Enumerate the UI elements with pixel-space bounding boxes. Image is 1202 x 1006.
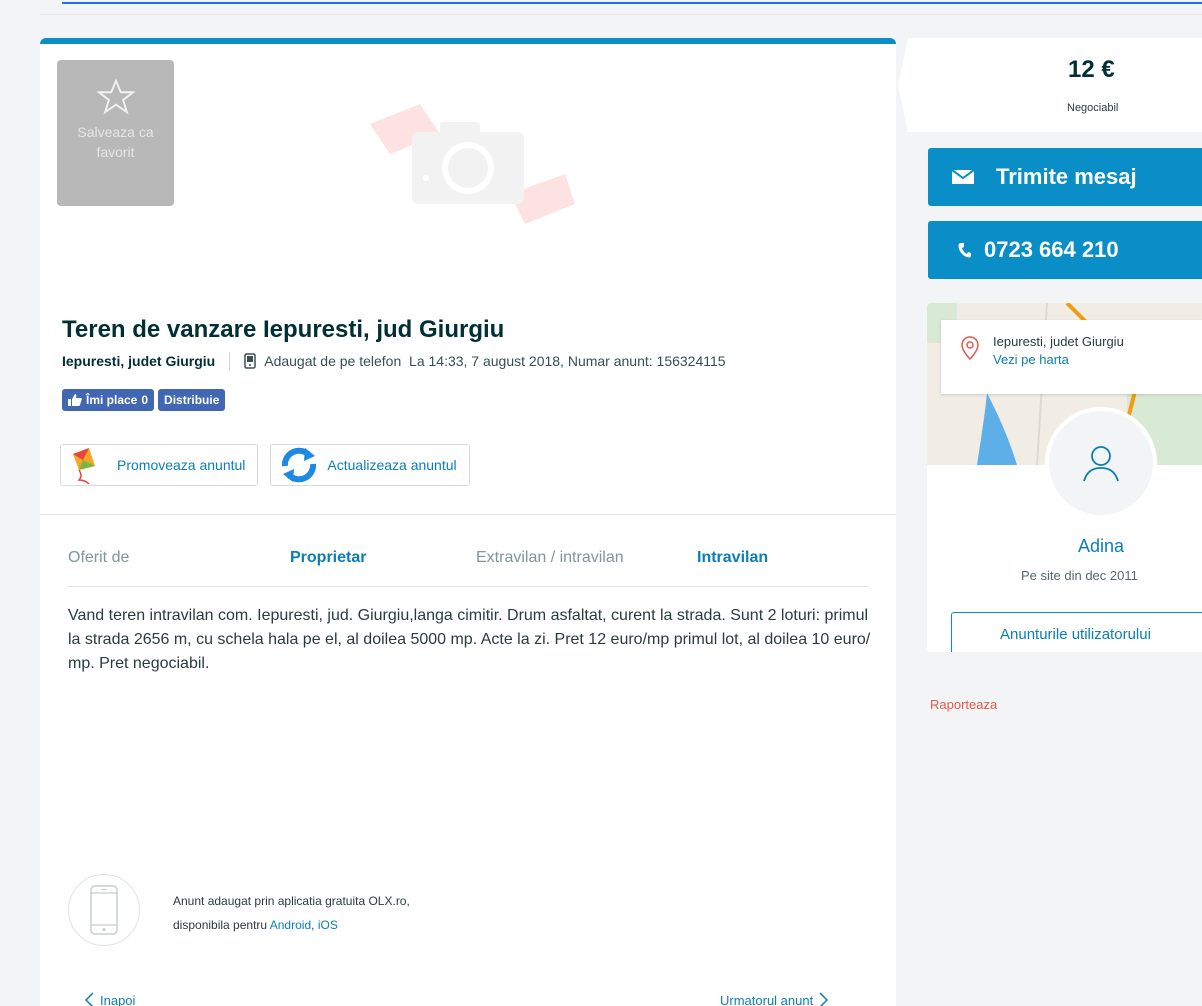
ad-specs: Oferit de Proprietar Extravilan / intrav… xyxy=(68,549,868,587)
facebook-buttons: Îmi place 0 Distribuie xyxy=(62,389,226,411)
android-link[interactable]: Android xyxy=(270,918,311,932)
save-favorite-label: Salveaza ca favorit xyxy=(77,124,154,160)
refresh-icon xyxy=(282,447,317,483)
spec-value-land-type[interactable]: Intravilan xyxy=(697,549,768,567)
promote-ad-button[interactable]: Promoveaza anuntul xyxy=(60,444,259,486)
mobile-phone-icon xyxy=(244,353,256,369)
seller-location: Iepuresti, judet Giurgiu xyxy=(993,334,1124,349)
next-ad-link[interactable]: Urmatorul anunt xyxy=(720,992,829,1006)
facebook-share-label: Distribuie xyxy=(164,393,220,407)
phone-number: 0723 664 210 xyxy=(984,237,1119,262)
seller-ads-button[interactable]: Anunturile utilizatorului xyxy=(951,612,1202,652)
envelope-icon xyxy=(952,170,974,184)
thumbs-up-icon xyxy=(68,394,82,406)
smartphone-icon xyxy=(90,885,118,935)
ad-main-card: Salveaza ca favorit Teren de vanzare Iep… xyxy=(40,38,896,1006)
top-divider xyxy=(40,14,1202,15)
meta-divider xyxy=(229,352,231,370)
spec-label-offered-by: Oferit de xyxy=(68,549,130,566)
seller-ads-label: Anunturile utilizatorului xyxy=(1000,625,1151,643)
price-negotiable: Negociabil xyxy=(1067,102,1119,114)
camera-placeholder-icon xyxy=(370,104,575,224)
top-link-underline xyxy=(62,0,1202,4)
seller-avatar xyxy=(1045,407,1157,519)
app-promo-prefix: disponibila pentru xyxy=(173,918,268,932)
location-pin-icon xyxy=(961,336,979,360)
app-promo-badge xyxy=(68,874,140,946)
user-icon xyxy=(1083,446,1119,482)
phone-icon xyxy=(958,243,971,258)
ios-link[interactable]: iOS xyxy=(318,918,338,932)
report-ad-link[interactable]: Raporteaza xyxy=(930,697,997,712)
kite-icon xyxy=(73,448,95,484)
app-promo-line2: disponibila pentru Android, iOS xyxy=(173,913,410,937)
chevron-left-icon xyxy=(84,992,94,1006)
app-promo-line1: Anunt adaugat prin aplicatia gratuita OL… xyxy=(173,894,410,908)
ad-meta: Iepuresti, judet Giurgiu Adaugat de pe t… xyxy=(62,352,726,370)
ad-date-and-id: La 14:33, 7 august 2018, Numar anunt: 15… xyxy=(409,353,726,369)
location-box: Iepuresti, judet Giurgiu Vezi pe harta xyxy=(941,320,1202,394)
ad-actions: Promoveaza anuntul Actualizeaza anuntul xyxy=(60,444,470,486)
price-amount: 12 € xyxy=(1068,56,1115,83)
price-card-background xyxy=(898,38,1202,132)
refresh-ad-label: Actualizeaza anuntul xyxy=(327,457,457,473)
refresh-ad-button[interactable]: Actualizeaza anuntul xyxy=(270,444,470,486)
send-message-label: Trimite mesaj xyxy=(996,164,1137,189)
ad-location: Iepuresti, judet Giurgiu xyxy=(62,353,216,369)
added-from-label: Adaugat de pe telefon xyxy=(264,353,402,369)
star-icon xyxy=(96,78,135,115)
facebook-like-count: 0 xyxy=(141,393,149,407)
promote-ad-label: Promoveaza anuntul xyxy=(117,457,246,473)
photo-area: Salveaza ca favorit xyxy=(40,44,896,279)
spec-value-offered-by[interactable]: Proprietar xyxy=(290,549,476,567)
save-favorite-button[interactable]: Salveaza ca favorit xyxy=(57,60,174,206)
facebook-like-button[interactable]: Îmi place 0 xyxy=(62,389,155,411)
previous-ad-link[interactable]: Inapoi xyxy=(84,992,135,1006)
ad-title: Teren de vanzare Iepuresti, jud Giurgiu xyxy=(62,316,505,343)
next-ad-label: Urmatorul anunt xyxy=(720,992,814,1006)
price-card: 12 € Negociabil xyxy=(898,38,1202,132)
app-promo-comma: , xyxy=(311,918,315,932)
view-on-map-link[interactable]: Vezi pe harta xyxy=(993,352,1069,367)
send-message-button[interactable]: Trimite mesaj xyxy=(928,148,1202,206)
seller-name[interactable]: Adina xyxy=(1045,536,1157,557)
ad-description: Vand teren intravilan com. Iepuresti, ju… xyxy=(68,607,871,672)
previous-ad-label: Inapoi xyxy=(100,992,136,1006)
facebook-like-label: Îmi place xyxy=(86,393,138,407)
app-promo-text: Anunt adaugat prin aplicatia gratuita OL… xyxy=(173,889,410,937)
show-phone-button[interactable]: 0723 664 210 xyxy=(928,221,1202,279)
section-divider xyxy=(40,514,896,515)
facebook-share-button[interactable]: Distribuie xyxy=(158,389,226,411)
seller-member-since: Pe site din dec 2011 xyxy=(1021,568,1138,583)
spec-label-land-type: Extravilan / intravilan xyxy=(476,549,624,566)
seller-card: Iepuresti, judet Giurgiu Vezi pe harta A… xyxy=(927,303,1202,652)
chevron-right-icon xyxy=(819,992,829,1006)
